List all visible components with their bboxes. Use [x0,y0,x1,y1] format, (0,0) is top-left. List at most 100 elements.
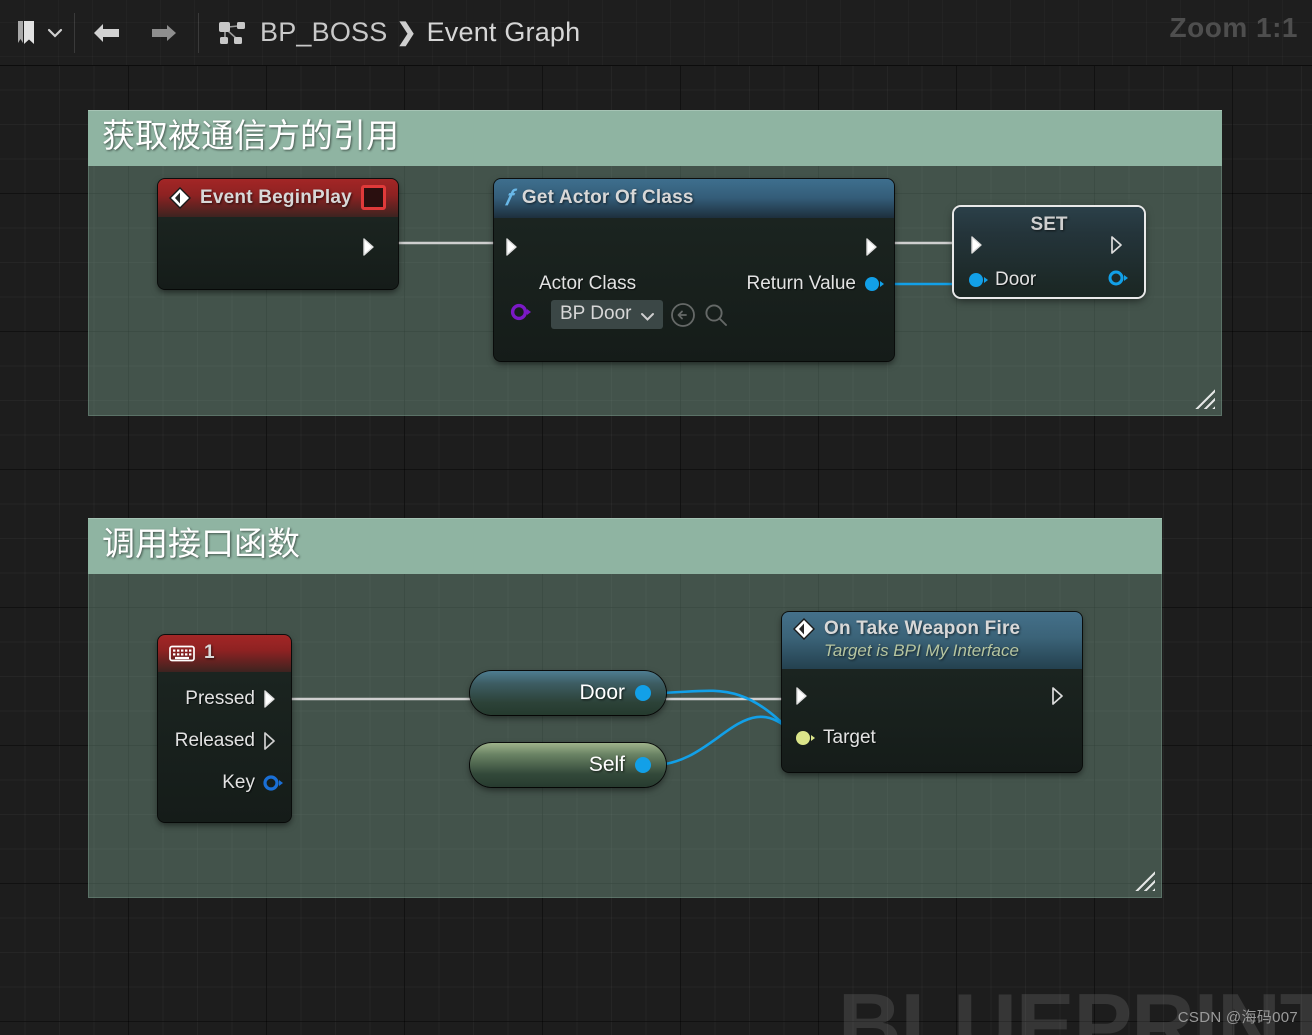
node-header[interactable]: On Take Weapon Fire Target is BPI My Int… [782,612,1082,669]
exec-in-pin[interactable] [970,236,988,259]
node-get-actor-of-class[interactable]: 𝑓 Get Actor Of Class Actor Class BP Door… [494,179,894,361]
node-subtitle: Target is BPI My Interface [824,641,1019,660]
toolbar-separator-1 [74,12,75,53]
blueprint-graph-canvas[interactable]: 获取被通信方的引用 调用接口函数 Event BeginPlay 𝑓 Get A… [0,66,1312,1035]
chevron-down-icon [45,23,65,43]
node-subtitle-row: Target is BPI My Interface [824,641,1019,661]
arrow-left-icon [90,19,124,47]
arrow-right-icon [146,19,180,47]
breadcrumb: BP_BOSS ❯ Event Graph [260,17,580,48]
door-input-pin[interactable] [968,271,988,289]
search-icon[interactable] [703,302,729,328]
node-header[interactable]: 𝑓 Get Actor Of Class [494,179,894,218]
breadcrumb-root[interactable]: BP_BOSS [260,17,387,48]
door-output-pin[interactable] [1108,270,1130,291]
set-var-label: Door [995,269,1037,290]
comment-title[interactable]: 调用接口函数 [88,518,1162,574]
node-on-take-weapon-fire[interactable]: On Take Weapon Fire Target is BPI My Int… [782,612,1082,772]
bookmark-button[interactable] [0,19,38,47]
node-header[interactable]: Event BeginPlay [158,179,398,217]
toolbar-separator-2 [198,12,199,53]
event-diamond-icon [793,618,815,640]
pin-row-released: Released [175,730,281,752]
pin-exec-out-wrap [1051,686,1069,711]
comment-title[interactable]: 获取被通信方的引用 [88,110,1222,166]
released-label: Released [174,730,255,751]
exec-in-pin[interactable] [795,687,813,710]
actor-class-selector-row: BP Door [551,300,729,329]
back-button[interactable] [90,19,124,47]
node-body: Target [782,669,1082,772]
toolbar-grid-texture [0,0,1312,65]
node-title-wrap: SET [954,214,1144,236]
bookmark-dropdown-button[interactable] [38,23,65,43]
pin-exec-out-wrap [1110,235,1128,260]
getter-label: Self [588,753,625,776]
pressed-label: Pressed [185,688,255,709]
node-keyboard-event-1[interactable]: 1 Pressed Released Key [158,635,291,822]
released-exec-pin[interactable] [263,731,281,751]
pressed-exec-pin[interactable] [263,689,281,709]
return-value-output-pin[interactable] [864,275,884,293]
set-var-input-row: Door [968,269,1036,291]
node-set-door[interactable]: SET Door [954,207,1144,297]
node-title-row: On Take Weapon Fire [793,618,1020,640]
class-input-pin[interactable] [510,303,532,325]
browse-back-icon[interactable] [670,302,696,328]
breadcrumb-separator-icon: ❯ [396,19,417,46]
breadcrumb-leaf[interactable]: Event Graph [427,17,581,48]
exec-in-pin[interactable] [505,238,523,261]
getter-label: Door [579,681,625,704]
exec-out-pin[interactable] [1110,236,1128,259]
breakpoint-icon[interactable] [361,185,386,210]
node-title: Event BeginPlay [200,186,352,208]
bookmark-icon [14,19,38,47]
self-output-pin[interactable] [634,756,652,774]
actor-class-dropdown[interactable]: BP Door [551,300,664,329]
output-return-value-label: Return Value [746,273,857,294]
node-title: 1 [204,642,215,663]
key-label: Key [222,772,255,793]
pin-row-exec-out [352,237,390,257]
node-title: SET [1030,214,1068,235]
node-title: On Take Weapon Fire [824,618,1021,639]
node-getter-self[interactable]: Self [470,743,666,787]
node-getter-door[interactable]: Door [470,671,666,715]
set-var-output-wrap [1108,269,1130,292]
zoom-level-label: Zoom 1:1 [1169,12,1298,43]
pin-row-pressed: Pressed [185,688,281,710]
pin-exec-in-wrap [505,237,523,262]
target-label: Target [823,727,876,748]
node-body: Pressed Released Key [158,672,291,822]
pin-row-key: Key [222,772,283,794]
node-header[interactable]: 1 [158,635,291,672]
pin-row-target: Target [795,727,876,749]
input-actor-class-label: Actor Class [539,273,637,294]
actor-class-value: BP Door [560,303,632,324]
forward-button[interactable] [146,19,180,47]
exec-out-pin[interactable] [865,238,883,261]
chevron-down-icon [640,309,655,321]
keyboard-icon [169,644,195,663]
output-return-value-row: Return Value [746,273,884,295]
input-actor-class-label-wrap: Actor Class [539,273,636,295]
node-body [158,217,398,289]
graph-type-button[interactable] [214,18,248,48]
target-input-pin[interactable] [795,729,815,747]
exec-out-pin[interactable] [362,237,380,257]
node-body: SET Door [954,207,1144,297]
node-body: Actor Class BP Door Return Value [494,218,894,361]
class-pin-wrap [510,303,532,326]
key-output-pin[interactable] [263,774,283,792]
pin-exec-in-wrap [970,235,988,260]
door-output-pin[interactable] [634,684,652,702]
node-graph-icon [214,18,248,48]
pin-exec-out-wrap [865,237,883,262]
node-title: Get Actor Of Class [521,187,694,208]
exec-out-pin[interactable] [1051,687,1069,710]
node-event-begin-play[interactable]: Event BeginPlay [158,179,398,289]
editor-toolbar: BP_BOSS ❯ Event Graph Zoom 1:1 [0,0,1312,66]
csdn-credit-text: CSDN @海码007 [1177,1009,1298,1026]
pin-exec-in-wrap [795,686,813,711]
function-f-icon: 𝑓 [505,185,512,210]
